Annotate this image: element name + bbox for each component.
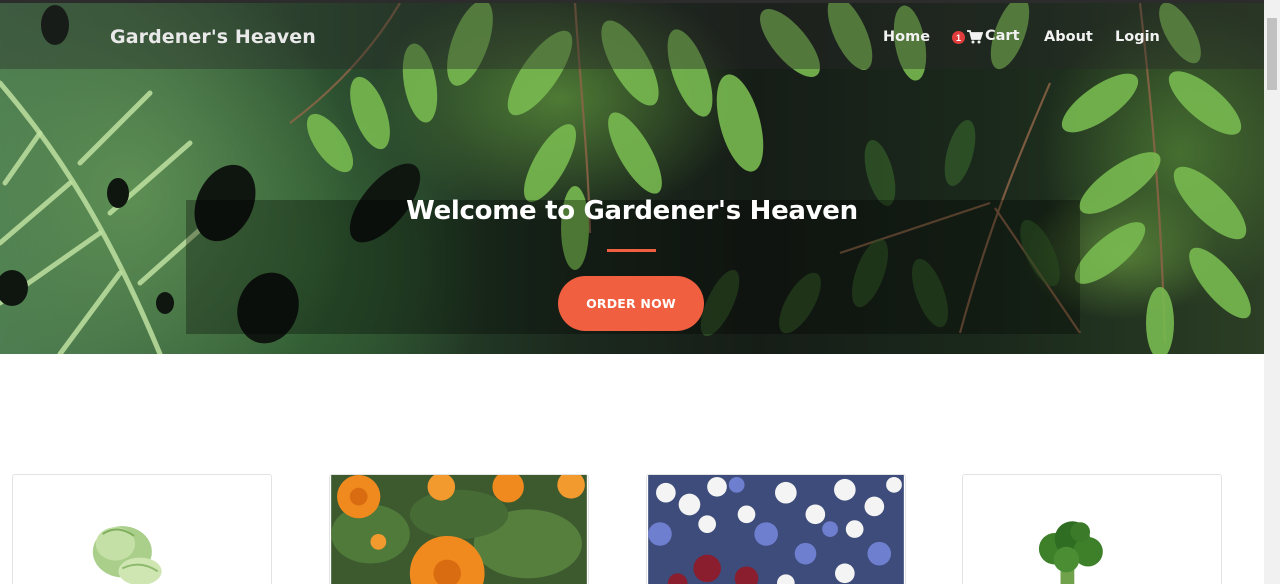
navbar: Gardener's Heaven Home 1 Cart About Logi…: [0, 3, 1264, 69]
marigold-flowers-image: [331, 475, 587, 584]
scrollbar-thumb[interactable]: [1267, 18, 1277, 90]
product-card[interactable]: [962, 474, 1222, 584]
nav-link-cart[interactable]: 1 Cart: [952, 28, 1020, 44]
white-blue-flowers-image: [648, 475, 904, 584]
cabbage-image: [14, 475, 270, 584]
order-now-button[interactable]: ORDER NOW: [558, 276, 704, 331]
nav-link-about[interactable]: About: [1044, 29, 1093, 45]
hero-title: Welcome to Gardener's Heaven: [406, 196, 858, 226]
product-card[interactable]: [329, 474, 589, 584]
nav-link-login[interactable]: Login: [1115, 29, 1160, 45]
product-card[interactable]: [12, 474, 272, 584]
nav-link-home[interactable]: Home: [883, 29, 930, 45]
product-card[interactable]: [646, 474, 906, 584]
cart-label: Cart: [985, 28, 1020, 44]
brand-logo-link[interactable]: Gardener's Heaven: [110, 26, 316, 48]
cart-count-badge: 1: [952, 31, 965, 44]
hero-divider: [607, 249, 656, 252]
cart-icon: [967, 29, 983, 43]
broccoli-image: [964, 475, 1220, 584]
